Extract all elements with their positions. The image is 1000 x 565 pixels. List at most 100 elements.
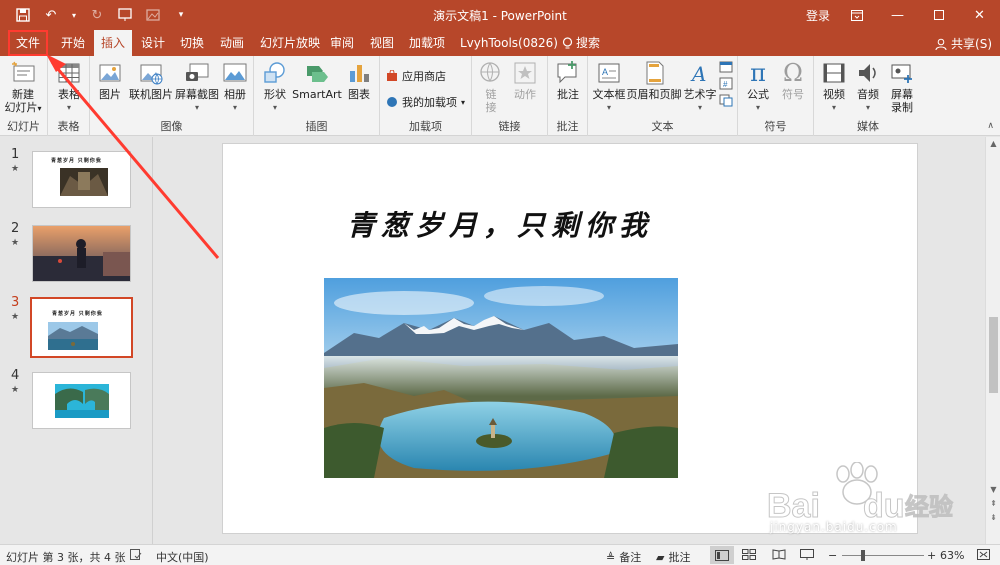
table-button[interactable]: 表格 ▾ [54, 60, 84, 114]
fit-slide-icon[interactable] [977, 549, 990, 560]
slide-number-icon[interactable]: # [719, 77, 733, 90]
slide-thumbnail-2[interactable] [32, 225, 131, 282]
previous-slide-icon[interactable]: ⇞ [986, 499, 1000, 508]
vertical-scrollbar[interactable]: ▲ ▼ ⇞ ⇟ [985, 137, 1000, 544]
group-label-addins: 加载项 [409, 120, 442, 133]
group-label-links: 链接 [498, 120, 521, 133]
slide-number: 3 [11, 295, 20, 310]
group-label-text: 文本 [651, 120, 674, 133]
thumbnail-title: 青葱岁月 只剩你我 [51, 158, 102, 164]
comment-bubble-icon: ▰ [656, 550, 665, 564]
undo-dropdown-icon[interactable]: ▾ [70, 6, 78, 24]
slide-count-status: 幻灯片 第 3 张，共 4 张 [6, 551, 126, 564]
tab-file[interactable]: 文件 [8, 30, 48, 56]
slide-number: 1 [11, 147, 20, 162]
minimize-icon[interactable]: — [877, 0, 918, 30]
login-link[interactable]: 登录 [806, 7, 830, 24]
animation-star-icon: ★ [11, 238, 20, 248]
tab-lvyhtools[interactable]: LvyhTools(0826) [456, 30, 562, 56]
scroll-down-icon[interactable]: ▼ [986, 485, 1000, 494]
smartart-button[interactable]: SmartArt [292, 60, 342, 101]
animation-star-icon: ★ [11, 385, 20, 395]
audio-button[interactable]: 音频 ▾ [852, 60, 884, 114]
slide-sorter-view-icon[interactable] [742, 549, 756, 560]
video-button[interactable]: 视频 ▾ [818, 60, 850, 114]
symbol-button[interactable]: Ω 符号 [778, 60, 808, 101]
slideshow-view-icon[interactable] [800, 549, 814, 560]
undo-icon[interactable]: ↶ [42, 6, 60, 24]
slide-thumbnail-3[interactable]: 青葱岁月 只剩你我 [30, 297, 133, 358]
animation-star-icon: ★ [11, 164, 20, 174]
lake-mountain-picture[interactable] [324, 278, 678, 478]
zoom-out-icon[interactable]: − [828, 549, 837, 562]
notes-button[interactable]: ≜ 备注 [606, 549, 641, 565]
tab-transitions[interactable]: 切换 [176, 30, 208, 56]
spellcheck-icon[interactable] [130, 549, 142, 560]
equation-button[interactable]: π 公式 ▾ [742, 60, 774, 114]
customize-toolbar-icon[interactable]: ▾ [172, 6, 190, 24]
new-slide-button[interactable]: 新建 幻灯片▾ [3, 60, 43, 115]
wordart-button[interactable]: A 艺术字 ▾ [682, 60, 718, 114]
share-button[interactable]: 共享(S) [935, 35, 992, 52]
comment-button[interactable]: 批注 [552, 60, 584, 101]
zoom-level[interactable]: 63% [940, 549, 964, 562]
redo-icon[interactable]: ↻ [88, 6, 106, 24]
chart-button[interactable]: 图表 [344, 60, 374, 101]
ribbon-display-icon[interactable] [836, 0, 877, 30]
zoom-slider-handle[interactable] [861, 550, 865, 561]
next-slide-icon[interactable]: ⇟ [986, 513, 1000, 522]
maximize-icon[interactable] [918, 0, 959, 30]
scrollbar-thumb[interactable] [989, 317, 998, 393]
slide-thumbnail-4[interactable] [32, 372, 131, 429]
tab-design[interactable]: 设计 [137, 30, 169, 56]
tab-animations[interactable]: 动画 [216, 30, 248, 56]
collapse-ribbon-icon[interactable]: ∧ [987, 121, 994, 131]
date-time-icon[interactable] [719, 60, 733, 73]
wordart-icon: A [690, 62, 706, 86]
slide-title-text[interactable]: 青葱岁月，只剩你我 [347, 204, 653, 244]
quick-access-toolbar: ↶ ▾ ↻ ▾ [14, 6, 190, 24]
normal-view-icon[interactable] [710, 546, 734, 564]
my-addins-button[interactable]: 我的加载项 ▾ [386, 94, 465, 110]
smartart-icon [307, 66, 328, 82]
start-from-beginning-icon[interactable] [116, 6, 134, 24]
slide-number: 2 [11, 221, 20, 236]
tab-insert[interactable]: 插入 [94, 30, 132, 56]
link-button[interactable]: 链接 [478, 60, 504, 114]
online-picture-button[interactable]: 联机图片 [128, 60, 174, 101]
object-icon[interactable] [719, 94, 733, 107]
person-icon [935, 38, 947, 50]
group-illustrations: 形状 ▾ SmartArt 图表 插图 [254, 56, 380, 136]
zoom-slider-track[interactable] [842, 555, 924, 556]
close-icon[interactable]: ✕ [959, 0, 1000, 30]
screenshot-button[interactable]: 屏幕截图 ▾ [174, 60, 220, 114]
album-button[interactable]: 相册 ▾ [220, 60, 250, 114]
tab-review[interactable]: 审阅 [326, 30, 358, 56]
screen-recording-button[interactable]: 屏幕 录制 [886, 60, 918, 114]
chart-icon [350, 65, 369, 82]
tab-addins[interactable]: 加载项 [405, 30, 449, 56]
tab-slideshow[interactable]: 幻灯片放映 [256, 30, 324, 56]
action-button[interactable]: 动作 [510, 60, 540, 101]
save-icon[interactable] [14, 6, 32, 24]
tab-home[interactable]: 开始 [57, 30, 89, 56]
language-status[interactable]: 中文(中国) [156, 549, 209, 565]
tab-view[interactable]: 视图 [366, 30, 398, 56]
store-button[interactable]: 应用商店 [386, 68, 446, 84]
ribbon-tabs: 文件 开始 插入 设计 切换 动画 幻灯片放映 审阅 视图 加载项 LvyhTo… [0, 30, 1000, 56]
header-footer-button[interactable]: 页眉和页脚 [626, 60, 682, 101]
picture-icon [99, 64, 121, 82]
tell-me-search[interactable]: 搜索 [558, 30, 604, 56]
comments-button[interactable]: ▰ 批注 [656, 549, 690, 565]
document-title: 演示文稿1 - PowerPoint [433, 9, 567, 23]
reading-view-icon[interactable] [772, 549, 786, 560]
shapes-button[interactable]: 形状 ▾ [260, 60, 290, 114]
textbox-button[interactable]: A 文本框 ▾ [592, 60, 626, 114]
scroll-up-icon[interactable]: ▲ [986, 139, 1000, 148]
group-text: A 文本框 ▾ 页眉和页脚 A 艺术字 ▾ # 文本 [588, 56, 738, 136]
group-media: 视频 ▾ 音频 ▾ 屏幕 录制 媒体 [814, 56, 922, 136]
picture-icon[interactable] [144, 6, 162, 24]
slide-thumbnail-1[interactable]: 青葱岁月 只剩你我 [32, 151, 131, 208]
picture-button[interactable]: 图片 [96, 60, 124, 101]
zoom-in-icon[interactable]: + [927, 549, 936, 562]
